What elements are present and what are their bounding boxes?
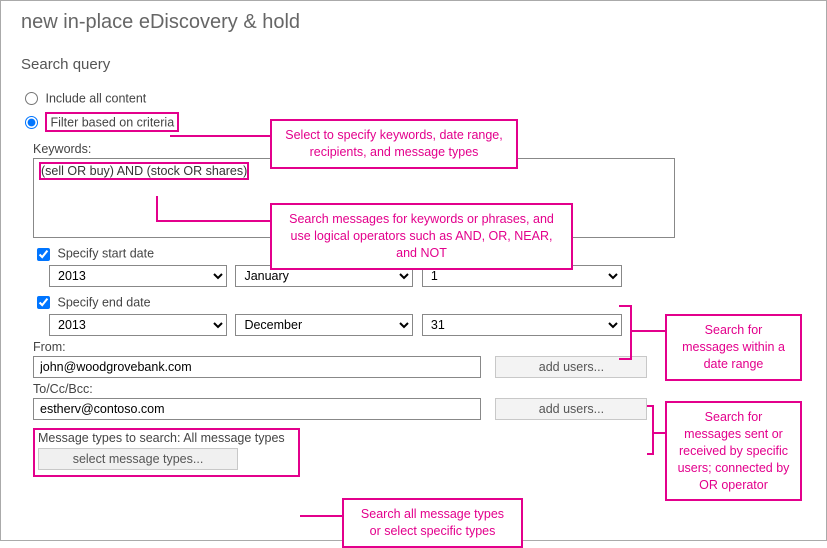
tocc-add-users-button[interactable]: add users... (495, 398, 647, 420)
callout-dates: Search for messages within a date range (665, 314, 802, 381)
keywords-value-highlight: (sell OR buy) AND (stock OR shares) (39, 162, 249, 180)
radio-criteria-label: Filter based on criteria (50, 115, 174, 129)
from-input[interactable] (33, 356, 481, 378)
callout-criteria: Select to specify keywords, date range, … (270, 119, 518, 169)
from-add-users-button[interactable]: add users... (495, 356, 647, 378)
callout-users: Search for messages sent or received by … (665, 401, 802, 501)
page-title: new in-place eDiscovery & hold (1, 1, 826, 34)
tocc-input[interactable] (33, 398, 481, 420)
section-title: Search query (1, 34, 826, 73)
end-year-select[interactable]: 2013 (49, 314, 227, 336)
end-month-select[interactable]: December (235, 314, 413, 336)
callout-keywords: Search messages for keywords or phrases,… (270, 203, 573, 270)
radio-include-label: Include all content (45, 92, 146, 106)
radio-row-include[interactable]: Include all content (1, 73, 826, 106)
message-types-wrap: Message types to search: All message typ… (33, 428, 300, 477)
start-date-checkbox[interactable] (37, 248, 50, 261)
callout-types: Search all message types or select speci… (342, 498, 523, 548)
end-date-checkbox[interactable] (37, 296, 50, 309)
end-date-label: Specify end date (57, 296, 150, 310)
select-message-types-button[interactable]: select message types... (38, 448, 238, 470)
criteria-highlight: Filter based on criteria (45, 112, 179, 133)
radio-include-all[interactable] (25, 92, 38, 105)
keywords-value: (sell OR buy) AND (stock OR shares) (41, 164, 247, 178)
end-date-row[interactable]: Specify end date (1, 287, 826, 310)
start-year-select[interactable]: 2013 (49, 265, 227, 287)
start-date-label: Specify start date (57, 247, 154, 261)
radio-filter-criteria[interactable] (25, 116, 38, 129)
end-day-select[interactable]: 31 (422, 314, 622, 336)
message-types-label: Message types to search: All message typ… (38, 431, 295, 448)
